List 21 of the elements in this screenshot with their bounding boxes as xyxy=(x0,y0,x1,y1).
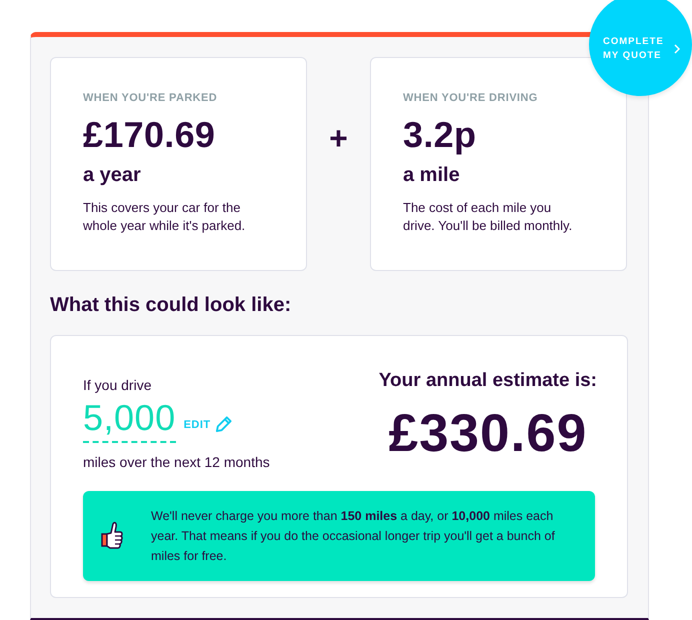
card-label: WHEN YOU'RE PARKED xyxy=(83,91,218,105)
chevron-right-icon xyxy=(674,44,680,54)
pencil-icon xyxy=(214,416,232,433)
estimate-value: £330.69 xyxy=(388,404,588,464)
card-unit: a mile xyxy=(403,163,460,187)
miles-value[interactable]: 5,000 xyxy=(83,398,176,443)
card-description: The cost of each mile you drive. You'll be billed monthly. xyxy=(403,199,574,235)
card-label: WHEN YOU'RE DRIVING xyxy=(403,91,538,105)
plus-sign: + xyxy=(328,119,349,157)
edit-button[interactable]: EDIT xyxy=(184,416,232,433)
miles-caption: miles over the next 12 months xyxy=(83,453,270,471)
estimate-label: Your annual estimate is: xyxy=(378,369,597,393)
section-heading: What this could look like: xyxy=(50,293,292,317)
notice-text: We'll never charge you more than 150 miles a day, or 10,000 miles each year. That means if you do the occasional longer trip you'll get a bunch of miles for free. xyxy=(151,508,556,565)
card-unit: a year xyxy=(83,163,141,187)
card-price: 3.2p xyxy=(403,114,476,156)
thumbs-up-icon xyxy=(101,521,123,551)
complete-quote-button[interactable]: COMPLETE MY QUOTE xyxy=(589,0,692,96)
card-price: £170.69 xyxy=(83,114,216,156)
card-description: This covers your car for the whole year while it's parked. xyxy=(83,199,246,235)
drive-intro: If you drive xyxy=(83,376,152,394)
